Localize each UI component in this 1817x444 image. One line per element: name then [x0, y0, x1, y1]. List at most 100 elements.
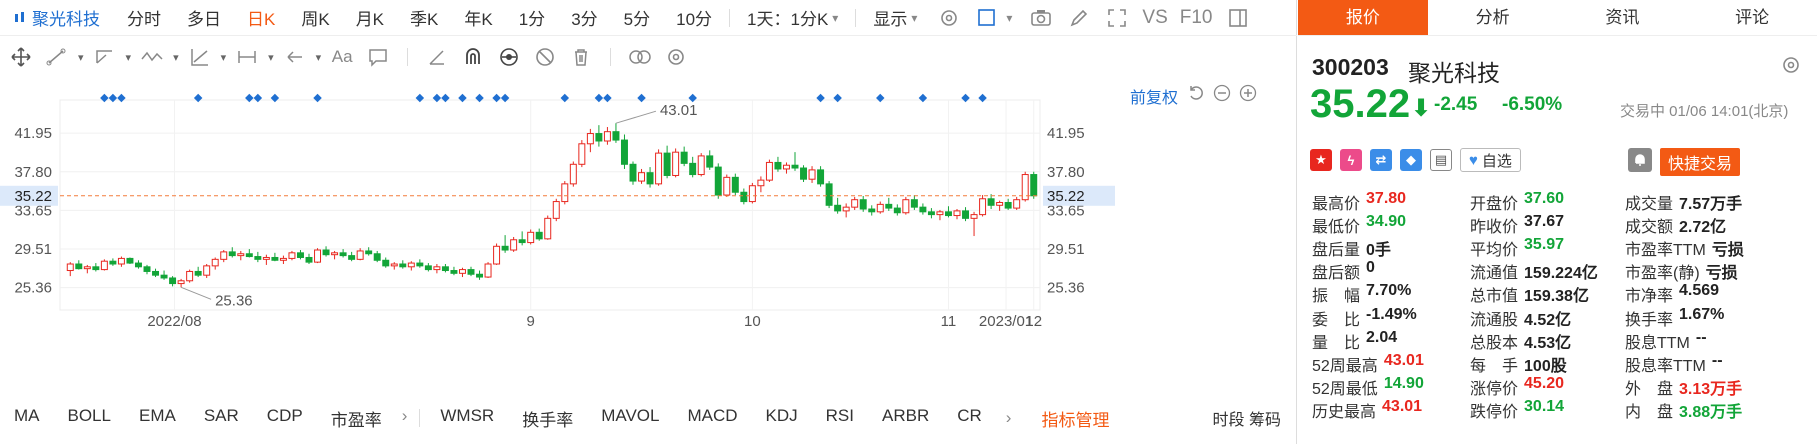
- indicator-tab[interactable]: SAR: [190, 406, 253, 431]
- quote-panel: 报价 分析 资讯 评论 300203 聚光科技 35.22 ⬇ -2.45 -6.50…: [1298, 0, 1817, 444]
- period-tab[interactable]: 10分: [663, 5, 725, 30]
- arrow-tool-icon[interactable]: [280, 44, 310, 70]
- magnet-icon[interactable]: [458, 44, 488, 70]
- indicator-manage-button[interactable]: 指标管理: [1027, 406, 1123, 431]
- candle-body: [868, 208, 876, 213]
- indicator-tab[interactable]: CDP: [253, 406, 317, 431]
- panel-tab[interactable]: 报价: [1298, 0, 1428, 35]
- candle-body: [1004, 202, 1012, 209]
- indicator-tab[interactable]: MACD: [673, 406, 751, 431]
- fullscreen-icon[interactable]: [1106, 7, 1128, 29]
- line-tool-icon[interactable]: [42, 44, 72, 70]
- period-tab[interactable]: 5分: [611, 5, 663, 30]
- kline-chart[interactable]: 41.95 41.95 37.80 37.80 33.65 33.65 29.51 29.51…: [0, 80, 1297, 390]
- vs-button[interactable]: VS: [1142, 7, 1167, 29]
- hide-icon[interactable]: [530, 44, 560, 70]
- margin-icon[interactable]: ϟ: [1340, 149, 1362, 171]
- panel-tab[interactable]: 资讯: [1558, 0, 1688, 35]
- indicator-tab[interactable]: ARBR: [868, 406, 943, 431]
- signal-marker: [441, 93, 450, 103]
- eye-lock-icon[interactable]: [494, 44, 524, 70]
- f10-button[interactable]: F10: [1180, 7, 1213, 29]
- link-icon[interactable]: [625, 44, 655, 70]
- quote-field-value: 7.57万手: [1679, 195, 1743, 213]
- chevron-right-icon[interactable]: ›: [396, 406, 414, 431]
- period-tab[interactable]: 季K: [397, 5, 451, 30]
- quick-trade-button[interactable]: 快捷交易: [1660, 148, 1741, 176]
- settings-icon[interactable]: [938, 7, 960, 29]
- quote-field-value: 37.60: [1524, 189, 1565, 207]
- indicator-tab[interactable]: WMSR: [426, 406, 508, 431]
- zoom-in-icon[interactable]: [1239, 84, 1257, 107]
- measure-tool-icon[interactable]: [232, 44, 262, 70]
- add-watchlist-button[interactable]: ♥ 自选: [1460, 148, 1521, 172]
- x-tick: 2023/01: [979, 313, 1033, 330]
- period-tab[interactable]: 分时: [114, 5, 174, 30]
- chevron-right-icon[interactable]: ›: [996, 408, 1022, 428]
- y-tick-left: 37.80: [14, 164, 52, 181]
- doc-icon[interactable]: ▤: [1430, 149, 1452, 171]
- candle-body: [851, 199, 859, 208]
- comment-tool-icon[interactable]: [363, 44, 393, 70]
- indicator-tab[interactable]: MA: [0, 406, 54, 431]
- period-tab[interactable]: 年K: [451, 5, 505, 30]
- quote-row: 量 比 2.04 总股本 4.53亿 股息TTM --: [1312, 329, 1817, 352]
- panel-tab[interactable]: 分析: [1428, 0, 1558, 35]
- ruler-icon[interactable]: [422, 44, 452, 70]
- quote-field: 振 幅 7.70%: [1312, 282, 1470, 306]
- indicator-tab[interactable]: EMA: [125, 406, 190, 431]
- chevron-down-icon[interactable]: ▾: [268, 51, 274, 64]
- indicator-tab[interactable]: BOLL: [54, 406, 125, 431]
- candle-body: [655, 152, 663, 185]
- chevron-down-icon[interactable]: ▾: [126, 51, 132, 64]
- gear-icon[interactable]: [1780, 54, 1802, 76]
- adjust-select[interactable]: 前复权: [1130, 84, 1178, 108]
- indicator-tab[interactable]: 市盈率: [317, 406, 396, 431]
- panel-tabs: 报价 分析 资讯 评论: [1298, 0, 1817, 36]
- chevron-down-icon[interactable]: ▾: [78, 51, 84, 64]
- camera-icon[interactable]: [1030, 7, 1052, 29]
- stock-selector[interactable]: 聚光科技: [14, 5, 100, 30]
- period-tab[interactable]: 周K: [288, 5, 342, 30]
- candle-body: [936, 211, 944, 216]
- candle-body: [638, 172, 646, 182]
- period-tab[interactable]: 月K: [343, 5, 397, 30]
- fib-tool-icon[interactable]: [185, 44, 215, 70]
- indicator-tab[interactable]: KDJ: [752, 406, 812, 431]
- quote-field: 换手率 1.67%: [1625, 306, 1795, 330]
- period-tab[interactable]: 1分: [506, 5, 558, 30]
- chevron-down-icon[interactable]: ▾: [173, 51, 179, 64]
- color-box-icon[interactable]: [976, 7, 998, 29]
- chevron-down-icon[interactable]: ▾: [316, 51, 322, 64]
- connect-icon[interactable]: ⇄: [1370, 149, 1392, 171]
- time-chips-button[interactable]: 时段 筹码: [1199, 406, 1295, 430]
- sidebar-toggle-icon[interactable]: [1227, 7, 1249, 29]
- channel-tool-icon[interactable]: [90, 44, 120, 70]
- quote-field-label: 盘后量: [1312, 241, 1361, 259]
- indicator-tab[interactable]: RSI: [812, 406, 868, 431]
- zoom-out-icon[interactable]: [1213, 84, 1231, 107]
- trash-icon[interactable]: [566, 44, 596, 70]
- chevron-down-icon[interactable]: ▾: [1006, 11, 1012, 25]
- quote-field-label: 最低价: [1312, 218, 1361, 236]
- indicator-tab[interactable]: CR: [943, 406, 996, 431]
- divider: [855, 8, 857, 27]
- display-menu[interactable]: 显示 ▾: [860, 5, 930, 30]
- indicator-tab[interactable]: 换手率: [508, 406, 587, 431]
- draw-settings-icon[interactable]: [661, 44, 691, 70]
- text-tool-icon[interactable]: Aa: [327, 44, 357, 70]
- bell-icon[interactable]: [1628, 148, 1652, 172]
- indicator-tab[interactable]: MAVOL: [587, 406, 673, 431]
- pencil-icon[interactable]: [1068, 7, 1090, 29]
- minute-select[interactable]: 1天：1分K ▾: [734, 5, 851, 30]
- chevron-down-icon[interactable]: ▾: [221, 51, 227, 64]
- period-tab[interactable]: 日K: [234, 5, 288, 30]
- candle-body: [603, 131, 611, 142]
- reset-icon[interactable]: [1187, 84, 1205, 107]
- panel-tab[interactable]: 评论: [1687, 0, 1817, 35]
- tag-icon[interactable]: ◆: [1400, 149, 1422, 171]
- move-icon[interactable]: [6, 44, 36, 70]
- wave-tool-icon[interactable]: [137, 44, 167, 70]
- period-tab[interactable]: 多日: [174, 5, 234, 30]
- period-tab[interactable]: 3分: [558, 5, 610, 30]
